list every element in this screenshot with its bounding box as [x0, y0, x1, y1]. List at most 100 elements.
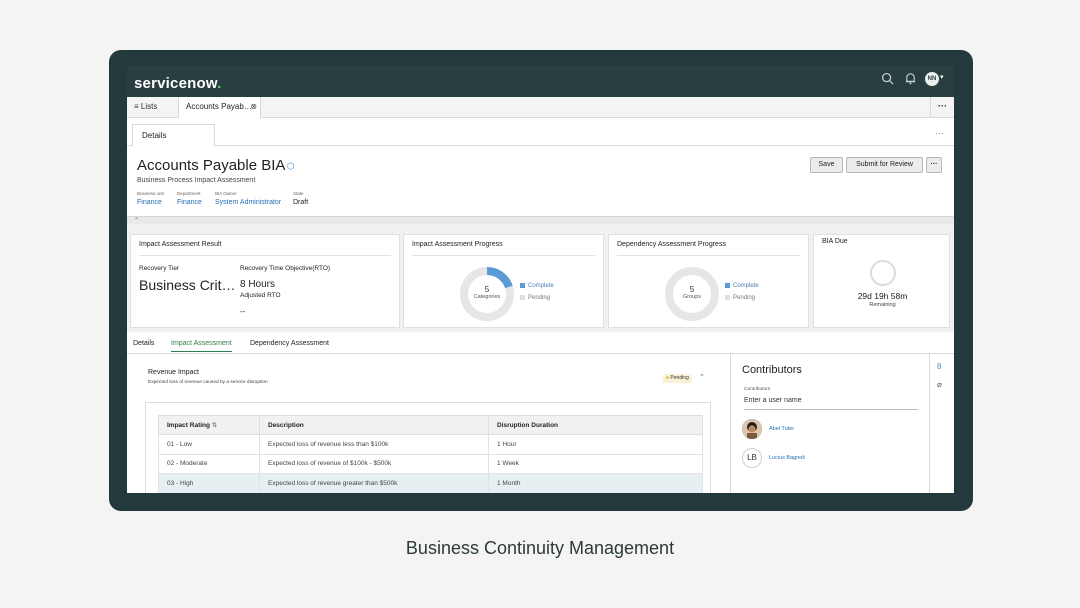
app-window: servicenow. NN ▾ ≡ Lists Accounts Payab…… [127, 66, 954, 493]
dependency-progress-card: Dependency Assessment Progress 5 Groups … [608, 234, 809, 328]
field-value-link[interactable]: System Administrator [215, 199, 281, 206]
impact-table-container: Impact Rating ⇅ Description Disruption D… [145, 402, 711, 493]
attachment-icon[interactable]: ⌀ [937, 380, 942, 389]
table-cell: 01 - Low [158, 434, 260, 455]
logo-dot: . [217, 75, 222, 92]
table-cell: Expected loss of revenue less than $100k [259, 434, 489, 455]
column-header-label: Impact Rating [167, 422, 210, 429]
table-cell: Expected loss of revenue of $100k - $500… [259, 453, 489, 474]
sort-icon[interactable]: ⇅ [212, 422, 217, 429]
table-row-selected[interactable]: 03 - High Expected loss of revenue great… [158, 473, 703, 493]
donut-center-label: 5 Categories [458, 285, 516, 300]
bia-due-value: 29d 19h 58m [857, 291, 908, 301]
page-subtitle: Business Process Impact Assessment [137, 177, 256, 184]
tab-strip-more-button[interactable]: ··· [930, 97, 954, 118]
section-title: Revenue Impact [148, 369, 199, 376]
section-subtitle: Expected loss of revenue caused by a ser… [148, 380, 268, 385]
recovery-tier-value: Business Crit… [139, 277, 236, 293]
table-row[interactable]: 01 - Low Expected loss of revenue less t… [158, 434, 703, 455]
page-title: Accounts Payable BIA [137, 157, 286, 174]
bia-due-sub: Remaining [869, 302, 896, 308]
tab-dependency-assessment[interactable]: Dependency Assessment [250, 340, 329, 347]
column-header-disruption-duration[interactable]: Disruption Duration [488, 415, 703, 435]
tab-impact-assessment[interactable]: Impact Assessment [171, 340, 232, 352]
rto-label: Recovery Time Objective(RTO) [240, 265, 331, 272]
donut-unit: Groups [682, 294, 702, 300]
contributor-name[interactable]: Lucius Bagnoli [769, 455, 805, 461]
field-bia-owner: BIA Owner System Administrator [215, 191, 281, 206]
bia-due-card: BIA Due 29d 19h 58m Remaining [813, 234, 950, 328]
people-icon[interactable]: 8 [937, 362, 941, 371]
chevron-up-icon[interactable]: ⌃ [699, 373, 705, 381]
status-label: Pending [670, 375, 689, 381]
summary-cards: Impact Assessment Result Recovery Tier B… [127, 224, 954, 332]
tab-details[interactable]: Details [133, 340, 154, 347]
submit-for-review-button[interactable]: Submit for Review [846, 157, 923, 173]
field-department: Department Finance [177, 191, 202, 206]
recovery-tier-label: Recovery Tier [139, 265, 180, 272]
contributors-title: Contributors [742, 364, 802, 376]
record-header: Accounts Payable BIA ⬡ Business Process … [127, 147, 954, 217]
legend-complete: Complete [725, 283, 759, 289]
table-header-row: Impact Rating ⇅ Description Disruption D… [158, 415, 703, 435]
section-tabs: Details Impact Assessment Dependency Ass… [127, 332, 954, 354]
tab-details[interactable]: Details [132, 124, 215, 147]
field-state: State Draft [293, 191, 308, 206]
divider [617, 255, 800, 256]
table-row[interactable]: 02 - Moderate Expected loss of revenue o… [158, 453, 703, 474]
legend-label: Pending [733, 295, 756, 302]
donut-count: 5 [484, 285, 490, 294]
impact-assessment-pane: Revenue Impact Expected loss of revenue … [127, 354, 730, 493]
contributors-field-label: Contributors [744, 387, 771, 392]
table-cell: 1 Week [488, 453, 703, 474]
servicenow-logo[interactable]: servicenow. [134, 75, 222, 92]
contributor-name[interactable]: Abel Tuter [769, 426, 794, 432]
search-icon[interactable] [879, 72, 895, 88]
contributor-item[interactable]: Abel Tuter [742, 419, 912, 441]
header-collapse-bar: ⌃ [127, 216, 954, 224]
field-label: Business unit [137, 191, 164, 196]
user-avatar[interactable]: NN [925, 72, 939, 86]
contributors-search-input[interactable]: Enter a user name [744, 397, 918, 410]
save-button[interactable]: Save [810, 157, 843, 173]
contributor-item[interactable]: LB Lucius Bagnoli [742, 448, 912, 470]
field-value-link[interactable]: Finance [177, 199, 202, 206]
avatar: LB [742, 448, 762, 468]
close-tab-icon[interactable]: ⊗ [250, 97, 257, 117]
legend-label: Pending [528, 295, 551, 302]
contributors-panel: Contributors Contributors Enter a user n… [730, 354, 929, 493]
legend-swatch [520, 295, 525, 300]
donut-unit: Categories [473, 294, 501, 300]
workspace-tab-strip: ≡ Lists Accounts Payab… ⊗ ··· [127, 97, 954, 118]
top-nav-bar: servicenow. NN ▾ [127, 66, 954, 97]
status-badge: ● Pending [663, 374, 692, 383]
field-label: Department [177, 191, 201, 196]
donut-center-label: 5 Groups [663, 285, 721, 300]
field-business-unit: Business unit Finance [137, 191, 164, 206]
card-title: Impact Assessment Progress [412, 241, 503, 248]
legend-pending: Pending [725, 295, 755, 301]
countdown-ring [870, 260, 896, 286]
adjusted-rto-value: -- [240, 307, 246, 316]
record-tab[interactable]: Accounts Payab… ⊗ [179, 97, 261, 118]
legend-swatch [520, 283, 525, 288]
legend-pending: Pending [520, 295, 550, 301]
record-more-button[interactable]: ··· [926, 157, 942, 173]
column-header-impact-rating[interactable]: Impact Rating ⇅ [158, 415, 260, 435]
tag-icon[interactable]: ⬡ [287, 161, 295, 172]
field-value-link[interactable]: Finance [137, 199, 164, 206]
subtab-more-button[interactable]: ··· [935, 128, 944, 138]
field-label: State [293, 191, 304, 196]
chevron-down-icon[interactable]: ▾ [940, 73, 944, 81]
list-icon: ≡ [134, 102, 141, 111]
chevron-up-icon[interactable]: ⌃ [134, 217, 139, 224]
field-label: BIA Owner [215, 191, 237, 196]
bell-icon[interactable] [902, 72, 918, 88]
table-cell: 1 Month [488, 473, 703, 493]
slide-caption: Business Continuity Management [405, 538, 675, 558]
column-header-description[interactable]: Description [259, 415, 489, 435]
lists-tab[interactable]: ≡ Lists [127, 97, 179, 118]
card-title: BIA Due [822, 238, 848, 245]
donut-count: 5 [689, 285, 695, 294]
table-cell: 03 - High [158, 473, 260, 493]
